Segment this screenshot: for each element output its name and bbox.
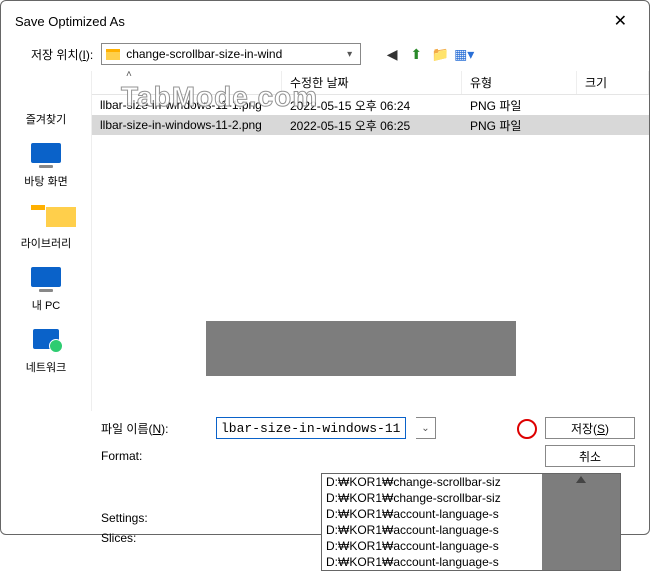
view-menu-icon[interactable]: ▦▾ [455,45,473,63]
col-name[interactable] [92,71,282,94]
autocomplete-item[interactable]: D:₩KOR1₩change-scrollbar-siz [322,490,542,506]
file-type: PNG 파일 [462,97,577,114]
monitor-icon [31,143,61,163]
network-icon [33,329,59,349]
sidebar-item-label: 내 PC [32,300,60,312]
slices-label: Slices: [101,531,206,545]
autocomplete-popup: D:₩KOR1₩change-scrollbar-siz D:₩KOR1₩cha… [321,473,621,571]
sidebar-item-libraries[interactable]: 라이브러리 [6,199,86,259]
autocomplete-item[interactable]: D:₩KOR1₩change-scrollbar-siz [322,474,542,490]
autocomplete-item[interactable]: D:₩KOR1₩account-language-s [322,554,542,570]
close-icon[interactable]: ✕ [606,9,635,33]
col-date[interactable]: 수정한 날짜 [282,71,462,94]
filename-dropdown-button[interactable]: ⌄ [416,417,436,439]
sidebar-item-favorites[interactable]: 즐겨찾기 [6,77,86,135]
file-row[interactable]: llbar-size-in-windows-11-1.png 2022-05-1… [92,95,649,115]
save-button[interactable]: 저장(S) [545,417,635,439]
autocomplete-scrollbar[interactable] [542,474,620,570]
file-name: llbar-size-in-windows-11-1.png [92,98,282,112]
sort-indicator-icon: ˄ [126,69,132,80]
column-headers: ˄ 수정한 날짜 유형 크기 [92,71,649,95]
autocomplete-item[interactable]: D:₩KOR1₩account-language-s [322,506,542,522]
filename-input-wrap [216,417,406,439]
back-icon[interactable]: ◀ [383,45,401,63]
file-name: llbar-size-in-windows-11-2.png [92,118,282,132]
sidebar-item-thispc[interactable]: 내 PC [6,261,86,321]
places-sidebar: 즐겨찾기 바탕 화면 라이브러리 내 PC 네트워크 [1,71,91,411]
location-value: change-scrollbar-size-in-wind [126,47,337,61]
filename-input[interactable] [221,421,401,436]
file-date: 2022-05-15 오후 06:25 [282,117,462,134]
scroll-up-icon [576,476,586,483]
sidebar-item-label: 라이브러리 [21,238,72,250]
chevron-down-icon[interactable]: ▾ [343,49,356,60]
window-title: Save Optimized As [15,14,125,29]
sidebar-item-label: 즐겨찾기 [26,114,66,126]
format-label: Format: [101,449,206,463]
autocomplete-item[interactable]: D:₩KOR1₩account-language-s [322,538,542,554]
highlight-circle [517,419,537,439]
sidebar-item-label: 바탕 화면 [24,176,68,188]
folder-icon [31,205,61,227]
autocomplete-item[interactable]: D:₩KOR1₩account-language-s [322,522,542,538]
file-date: 2022-05-15 오후 06:24 [282,97,462,114]
location-label: 저장 위치(I): [31,46,93,63]
file-type: PNG 파일 [462,117,577,134]
redacted-region [206,321,516,376]
cancel-button[interactable]: 취소 [545,445,635,467]
col-type[interactable]: 유형 [462,71,577,94]
folder-icon [106,49,120,60]
location-combo[interactable]: change-scrollbar-size-in-wind ▾ [101,43,361,65]
col-size[interactable]: 크기 [577,71,649,94]
file-row[interactable]: llbar-size-in-windows-11-2.png 2022-05-1… [92,115,649,135]
new-folder-icon[interactable]: 📁 [431,45,449,63]
autocomplete-list: D:₩KOR1₩change-scrollbar-siz D:₩KOR1₩cha… [322,474,542,570]
filename-label: 파일 이름(N): [101,420,206,437]
sidebar-item-network[interactable]: 네트워크 [6,323,86,383]
sidebar-item-desktop[interactable]: 바탕 화면 [6,137,86,197]
pc-icon [31,267,61,287]
sidebar-item-label: 네트워크 [26,362,66,374]
chevron-down-icon: ⌄ [421,423,429,434]
settings-label: Settings: [101,511,206,525]
up-icon[interactable]: ⬆ [407,45,425,63]
